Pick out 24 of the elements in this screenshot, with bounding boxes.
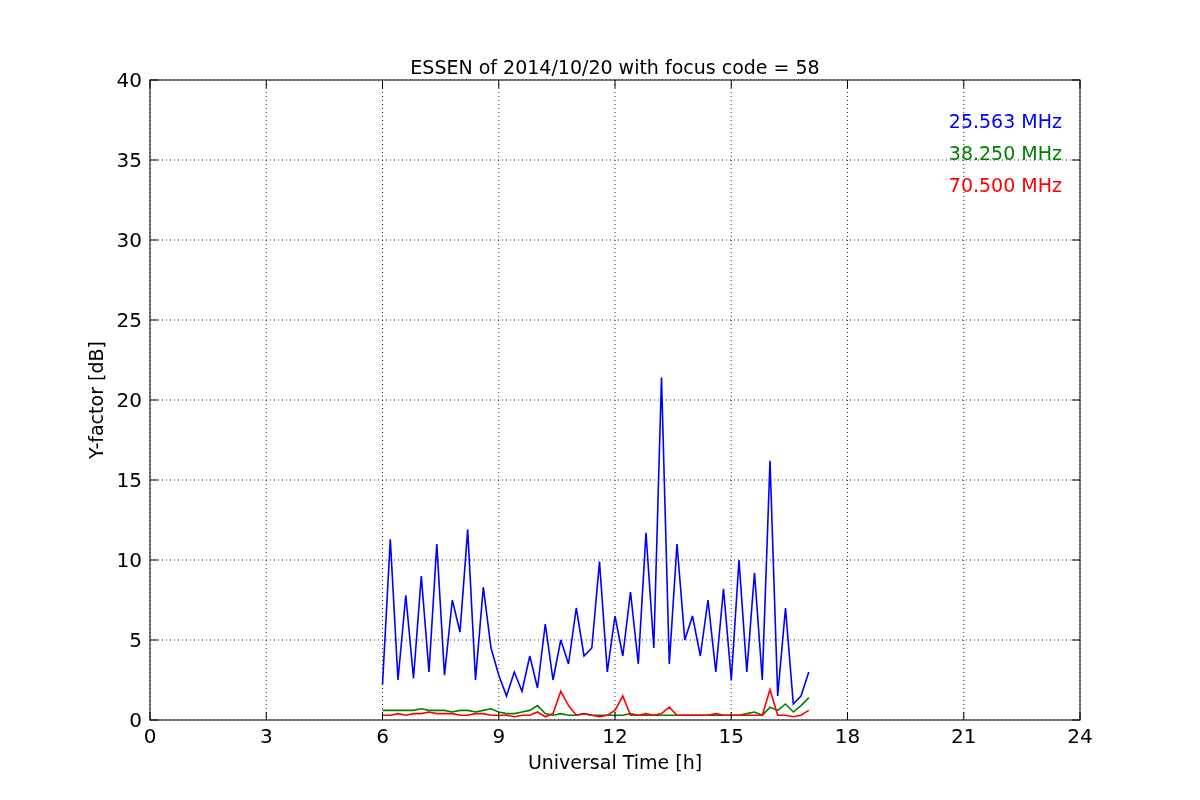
tick-label: 24 bbox=[1067, 724, 1093, 748]
tick-label: 0 bbox=[129, 708, 142, 732]
tick-label: 15 bbox=[116, 468, 142, 492]
tick-label: 35 bbox=[116, 148, 142, 172]
tick-label: 20 bbox=[116, 388, 142, 412]
tick-label: 18 bbox=[834, 724, 861, 748]
tick-label: 21 bbox=[951, 724, 977, 748]
tick-label: 0 bbox=[143, 724, 157, 748]
tick-label: 9 bbox=[492, 724, 506, 748]
legend-label: 70.500 MHz bbox=[948, 174, 1062, 196]
legend-label: 25.563 MHz bbox=[948, 110, 1062, 132]
tick-label: 25 bbox=[116, 308, 142, 332]
tick-label: 3 bbox=[259, 724, 273, 748]
tick-label: 10 bbox=[116, 548, 142, 572]
tick-label: 12 bbox=[602, 724, 628, 748]
chart-title: ESSEN of 2014/10/20 with focus code = 58 bbox=[410, 56, 820, 78]
tick-label: 6 bbox=[376, 724, 389, 748]
axis-title: Universal Time [h] bbox=[527, 751, 703, 773]
tick-label: 15 bbox=[718, 724, 744, 748]
legend-label: 38.250 MHz bbox=[948, 142, 1062, 164]
tick-label: 5 bbox=[129, 628, 142, 652]
tick-label: 30 bbox=[116, 228, 142, 252]
tick-label: 40 bbox=[116, 68, 142, 92]
axis-title: Y-factor [dB] bbox=[85, 341, 107, 459]
